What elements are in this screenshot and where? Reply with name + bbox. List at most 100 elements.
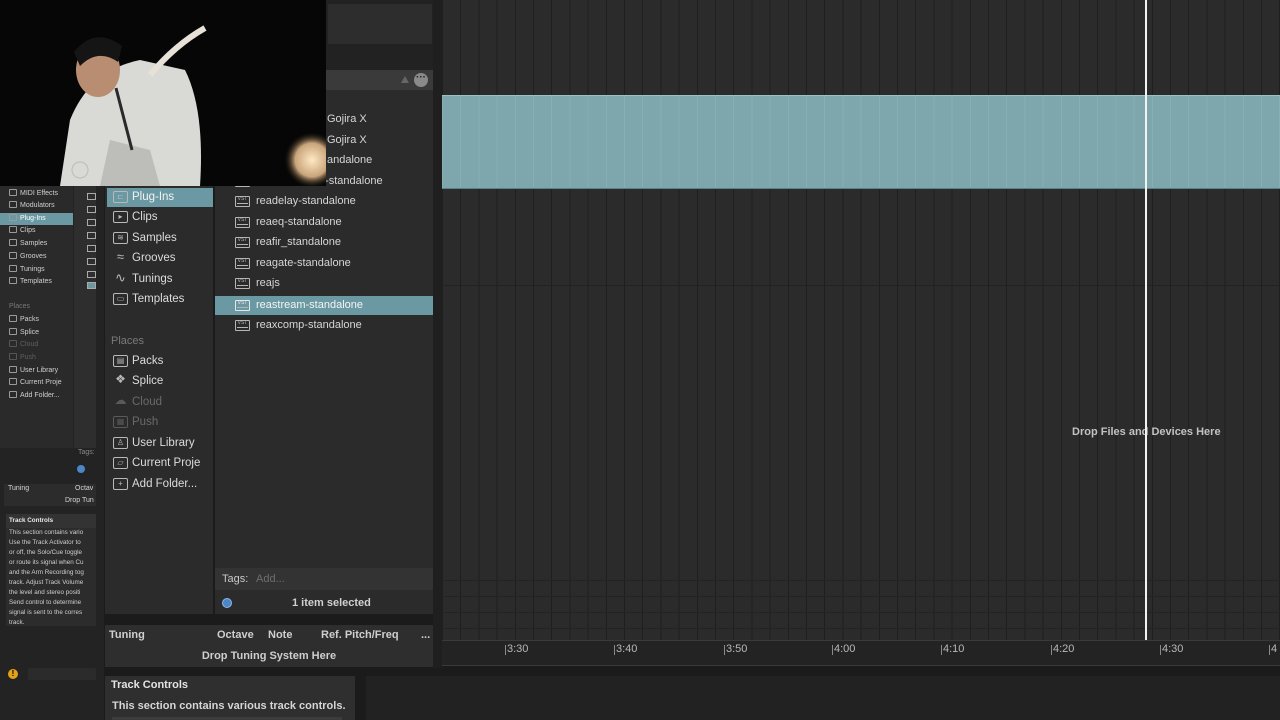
add-folder-icon [9,391,17,398]
ruler-tick: 3:40 [613,643,638,655]
mini-vst-icon[interactable] [87,245,96,252]
mini-vst-icon[interactable] [87,232,96,239]
mini-place-push[interactable]: Push [0,352,73,364]
track-separator [442,285,1280,286]
vst-icon: VST [235,320,250,331]
mini-tags-label: Tags: [78,449,95,456]
tuning-more-button[interactable]: ... [421,625,430,645]
templates-icon: ▭ [113,293,128,305]
ruler-tick: 4 [1268,643,1278,655]
top-panel-block [328,4,432,44]
push-icon: ▦ [113,416,128,428]
webcam-image [0,0,326,186]
mini-info-icon[interactable] [77,465,85,473]
mini-category-grooves[interactable]: Grooves [0,251,73,263]
mini-drop-tuning: Drop Tun [65,497,94,504]
file-list-header: ··· [326,70,433,90]
category-samples[interactable]: ≋ Samples [107,229,213,248]
file-item-reajs[interactable]: VST reajs [215,274,433,293]
mini-category-modulators[interactable]: Modulators [0,200,73,212]
mini-place-splice[interactable]: Splice [0,327,73,339]
warning-icon[interactable]: ! [8,669,18,679]
tunings-icon [9,265,17,272]
tuning-panel: Tuning Octave Note Ref. Pitch/Freq ... D… [105,625,433,667]
plug-ins-icon [9,214,17,221]
tuning-column-tuning: Tuning [109,629,145,641]
category-templates[interactable]: ▭ Templates [107,290,213,309]
file-item-reastream[interactable]: VST reastream-standalone [215,296,433,315]
selection-status: 1 item selected [292,597,371,609]
mini-place-user-library[interactable]: User Library [0,365,73,377]
place-packs[interactable]: ▤ Packs [107,352,213,371]
file-item-reagate[interactable]: VST reagate-standalone [215,254,433,273]
clips-icon [9,226,17,233]
ruler-tick: 3:50 [723,643,748,655]
track-separator [442,628,1280,629]
webcam-overlay [0,0,326,186]
mini-category-templates[interactable]: Templates [0,276,73,288]
track-controls-description: This section contains various track cont… [112,700,346,712]
cloud-icon: ☁ [114,393,127,407]
current-project-icon [9,378,17,385]
tags-add-input[interactable]: Add... [256,568,285,590]
category-tunings[interactable]: ∿ Tunings [107,270,213,289]
place-add-folder[interactable]: + Add Folder... [107,475,213,494]
file-item-readelay[interactable]: VST readelay-standalone [215,192,433,211]
audio-clip[interactable] [442,95,1280,189]
mini-category-clips[interactable]: Clips [0,225,73,237]
arrangement-view[interactable]: Drop Files and Devices Here [442,0,1280,640]
category-clips[interactable]: ▸ Clips [107,208,213,227]
push-icon [9,353,17,360]
ruler-tick: 4:30 [1159,643,1184,655]
mini-places-heading: Places [9,303,31,310]
file-item-reafir[interactable]: VST reafir_standalone [215,233,433,252]
mini-category-tunings[interactable]: Tunings [0,264,73,276]
browser-arrangement-divider[interactable] [433,0,442,668]
tuning-drop-zone[interactable]: Drop Tuning System Here [105,647,433,665]
category-grooves[interactable]: ≈ Grooves [107,249,213,268]
mini-place-cloud[interactable]: Cloud [0,339,73,351]
file-item-reaeq[interactable]: VST reaeq-standalone [215,213,433,232]
mini-category-midi-effects[interactable]: MIDI Effects [0,188,73,200]
mini-track-controls-text: This section contains vario Use the Trac… [9,529,84,626]
mini-vst-icon[interactable] [87,271,96,278]
time-ruler[interactable]: 3:30 3:40 3:50 4:00 4:10 4:20 4:30 4 [442,640,1280,666]
mini-tuning-panel: Tuning Octav Drop Tun [4,484,96,506]
category-plug-ins[interactable]: ⊏ Plug-Ins [107,188,213,207]
mini-track-controls: Track Controls This section contains var… [6,514,96,626]
mini-category-plug-ins[interactable]: Plug-Ins [0,213,73,225]
place-user-library[interactable]: ♙ User Library [107,434,213,453]
mini-vst-icon[interactable] [87,258,96,265]
ruler-tick: 4:10 [940,643,965,655]
mini-vst-icon[interactable] [87,219,96,226]
current-project-icon: ▱ [113,457,128,469]
mini-place-current-project[interactable]: Current Proje [0,377,73,389]
track-separator [442,596,1280,597]
mini-place-packs[interactable]: Packs [0,314,73,326]
mini-octave-label: Octav [75,485,94,492]
place-current-project[interactable]: ▱ Current Proje [107,454,213,473]
tuning-column-octave: Octave [217,629,254,641]
user-library-icon: ♙ [113,437,128,449]
sort-triangle-icon[interactable] [401,76,409,83]
place-splice[interactable]: ❖ Splice [107,372,213,391]
more-options-icon[interactable]: ··· [414,73,428,87]
track-controls-info: Track Controls This section contains var… [105,676,355,720]
vst-icon: VST [235,217,250,228]
ruler-tick: 4:00 [831,643,856,655]
mini-vst-icon[interactable] [87,193,96,200]
splice-icon [9,328,17,335]
mini-vst-icon-selected[interactable] [87,282,96,289]
place-cloud[interactable]: ☁ Cloud [107,393,213,412]
file-item-reaxcomp[interactable]: VST reaxcomp-standalone [215,316,433,335]
info-icon[interactable] [222,598,232,608]
clips-icon: ▸ [113,211,128,223]
place-push[interactable]: ▦ Push [107,413,213,432]
mini-browser: MIDI Effects Modulators Plug-Ins Clips S… [0,186,104,720]
mini-place-add-folder[interactable]: Add Folder... [0,390,73,402]
playhead[interactable] [1145,0,1147,640]
mini-vst-icon[interactable] [87,206,96,213]
user-library-icon [9,366,17,373]
vst-icon: VST [235,278,250,289]
mini-category-samples[interactable]: Samples [0,238,73,250]
